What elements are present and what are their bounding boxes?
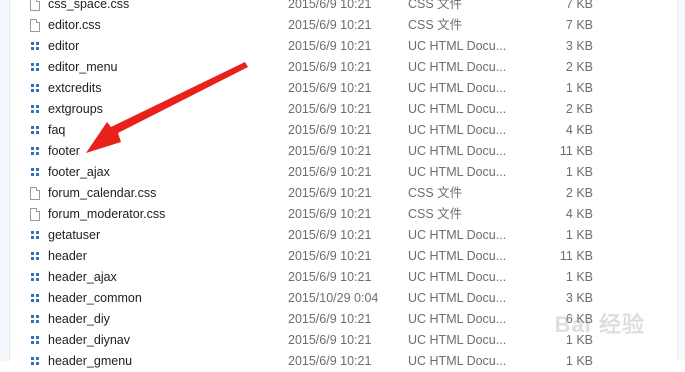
watermark: Bai 经验: [554, 312, 645, 337]
